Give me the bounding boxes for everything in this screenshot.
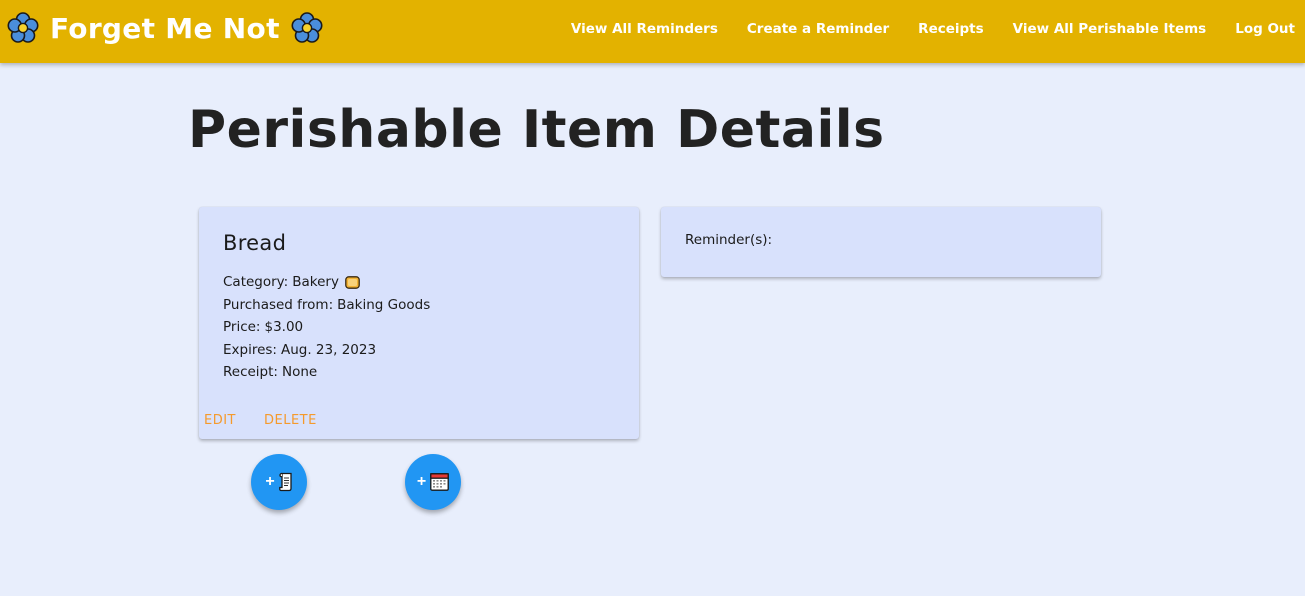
detail-expires: Expires: Aug. 23, 2023 [223,339,430,362]
detail-receipt: Receipt: None [223,361,430,384]
plus-icon: + [265,473,275,490]
add-reminder-button[interactable]: + [405,454,461,510]
category-value: Bakery [292,274,339,290]
plus-icon: + [416,473,427,490]
price-label: Price: [223,319,261,336]
nav-link-log-out[interactable]: Log Out [1235,21,1295,37]
detail-price: Price: $3.00 [223,316,430,339]
item-name: Bread [223,231,287,255]
detail-category: Category: Bakery [223,271,430,294]
item-card-actions: Edit Delete [204,413,345,428]
reminders-card: Reminder(s): [661,207,1101,277]
purchased-label: Purchased from: [223,296,334,313]
price-value: $3.00 [264,319,304,336]
nav-link-view-all-reminders[interactable]: View All Reminders [571,21,718,37]
nav-link-receipts[interactable]: Receipts [918,21,984,37]
expires-value: Aug. 23, 2023 [280,341,377,358]
item-details-card: Bread Category: Bakery Purchased from: B… [199,207,639,439]
flower-icon [7,12,39,43]
receipt-label: Receipt: [223,364,278,381]
nav-links: View All Reminders Create a Reminder Rec… [542,0,1295,58]
brand-title: Forget Me Not [50,11,280,45]
receipt-value: None [281,364,318,381]
nav-link-view-all-perishable-items[interactable]: View All Perishable Items [1013,21,1207,37]
expires-label: Expires: [223,341,277,358]
top-navbar: Forget Me Not View All Reminders Create … [0,0,1305,63]
nav-link-create-reminder[interactable]: Create a Reminder [747,21,889,37]
edit-button[interactable]: Edit [204,413,236,428]
scroll-icon [278,472,292,492]
detail-purchased-from: Purchased from: Baking Goods [223,294,430,317]
page-title: Perishable Item Details [188,100,885,160]
calendar-icon [430,473,450,491]
reminders-label: Reminder(s): [685,232,773,248]
purchased-value: Baking Goods [337,296,431,313]
delete-button[interactable]: Delete [264,413,317,428]
item-details-list: Category: Bakery Purchased from: Baking … [223,271,430,384]
category-label: Category: [223,274,289,290]
add-receipt-button[interactable]: + [251,454,307,510]
flower-icon [291,12,323,43]
bread-icon [345,275,360,289]
brand-home-link[interactable]: Forget Me Not [6,6,324,50]
